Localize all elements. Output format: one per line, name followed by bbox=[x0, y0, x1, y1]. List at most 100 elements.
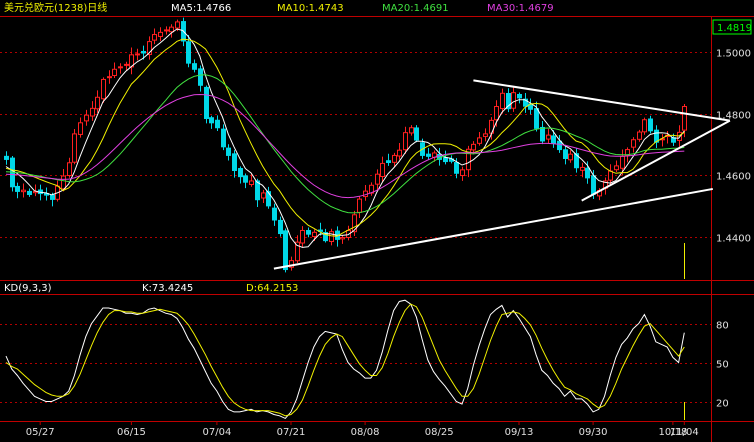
candle-body-up bbox=[471, 143, 476, 151]
candle-body-down bbox=[454, 162, 459, 174]
candle-body-up bbox=[494, 106, 499, 121]
kd-label: KD(9,3,3) bbox=[4, 283, 52, 294]
candle-body-up bbox=[329, 231, 334, 243]
candle-body-down bbox=[551, 135, 556, 144]
candle-body-up bbox=[152, 34, 157, 41]
candle-body-up bbox=[392, 154, 397, 163]
candle-body-up bbox=[84, 114, 89, 122]
candle-body-down bbox=[278, 219, 283, 235]
candle-body-up bbox=[67, 162, 72, 177]
candle-body-up bbox=[158, 31, 163, 37]
candle-body-up bbox=[460, 169, 465, 177]
candle-body-up bbox=[357, 198, 362, 213]
candle-body-up bbox=[164, 29, 169, 32]
kd-tick-label: 80 bbox=[716, 321, 729, 332]
d-value-label: D:64.2153 bbox=[246, 283, 298, 294]
candle-body-up bbox=[511, 92, 516, 109]
candle-body-up bbox=[500, 92, 505, 110]
candle-body-down bbox=[27, 190, 32, 195]
ma30-label: MA30:1.4679 bbox=[487, 3, 554, 14]
candlestick bbox=[72, 129, 77, 165]
ma10-label: MA10:1.4743 bbox=[277, 3, 344, 14]
candle-body-up bbox=[375, 173, 380, 185]
candle-body-up bbox=[72, 133, 77, 163]
chart-title: 美元兑欧元(1238)日线 bbox=[4, 1, 107, 14]
candle-body-up bbox=[21, 189, 26, 193]
last-price-value: 1.4819 bbox=[717, 23, 752, 34]
stock-chart[interactable]: 美元兑欧元(1238)日线 MA5:1.4766 MA10:1.4743 MA2… bbox=[0, 0, 754, 442]
candle-body-up bbox=[340, 237, 345, 240]
candle-body-down bbox=[186, 41, 191, 64]
candle-body-up bbox=[118, 66, 123, 69]
candle-body-up bbox=[90, 107, 95, 117]
candle-body-up bbox=[61, 175, 66, 190]
price-tick-label: 1.5000 bbox=[716, 49, 751, 60]
candle-body-down bbox=[563, 149, 568, 159]
candle-body-down bbox=[540, 126, 545, 142]
candle-body-down bbox=[243, 175, 248, 183]
price-tick-label: 1.4400 bbox=[716, 234, 751, 245]
candle-body-up bbox=[107, 76, 112, 79]
kd-tick-label: 50 bbox=[716, 360, 729, 371]
candle-body-up bbox=[380, 162, 385, 178]
candle-body-down bbox=[426, 153, 431, 157]
candle-body-up bbox=[409, 127, 414, 134]
candle-body-up bbox=[124, 63, 129, 66]
candle-body-up bbox=[101, 78, 106, 100]
candle-body-down bbox=[648, 118, 653, 132]
ma5-label: MA5:1.4766 bbox=[171, 3, 231, 14]
candle-body-up bbox=[620, 155, 625, 169]
candle-body-up bbox=[477, 137, 482, 144]
candle-body-down bbox=[198, 68, 203, 86]
candle-body-down bbox=[50, 194, 55, 200]
candle-body-up bbox=[300, 229, 305, 244]
candle-body-down bbox=[238, 168, 243, 178]
candlestick bbox=[414, 125, 419, 143]
candle-body-up bbox=[249, 180, 254, 186]
candle-body-down bbox=[534, 108, 539, 129]
candle-body-down bbox=[4, 155, 9, 160]
k-value-label: K:73.4245 bbox=[142, 283, 193, 294]
candle-body-up bbox=[483, 133, 488, 137]
candle-body-down bbox=[232, 153, 237, 171]
ma20-label: MA20:1.4691 bbox=[382, 3, 449, 14]
date-tick-label: 07/04 bbox=[202, 427, 231, 438]
candle-body-up bbox=[312, 231, 317, 238]
candle-body-down bbox=[272, 207, 277, 221]
candle-body-down bbox=[215, 119, 220, 129]
candle-body-down bbox=[557, 140, 562, 151]
date-tick-label: 05/27 bbox=[26, 427, 55, 438]
candle-body-down bbox=[226, 147, 231, 156]
candle-body-up bbox=[546, 134, 551, 140]
kd-header: KD(9,3,3) K:73.4245 D:64.2153 bbox=[4, 283, 298, 294]
candle-body-up bbox=[568, 153, 573, 161]
candle-body-up bbox=[112, 68, 117, 77]
candle-body-down bbox=[192, 63, 197, 70]
kd-tick-label: 20 bbox=[716, 399, 729, 410]
candle-body-down bbox=[414, 127, 419, 141]
candle-body-down bbox=[386, 160, 391, 163]
candle-body-down bbox=[443, 157, 448, 163]
candlestick bbox=[10, 156, 15, 192]
candle-body-up bbox=[403, 132, 408, 151]
candle-body-up bbox=[175, 21, 180, 29]
candle-body-up bbox=[169, 26, 174, 33]
candle-body-down bbox=[517, 93, 522, 99]
candle-body-up bbox=[78, 122, 83, 135]
candle-body-down bbox=[306, 230, 311, 235]
candle-body-up bbox=[261, 192, 266, 199]
candle-body-up bbox=[135, 53, 140, 56]
chart-background bbox=[0, 0, 754, 442]
last-price-box: 1.4819 bbox=[712, 19, 752, 35]
date-tick-label: 08/25 bbox=[425, 427, 454, 438]
candle-body-up bbox=[642, 119, 647, 133]
candle-body-up bbox=[95, 96, 100, 110]
candle-body-up bbox=[614, 165, 619, 171]
date-tick-label: 09/30 bbox=[579, 427, 608, 438]
date-tick-label: 08/08 bbox=[351, 427, 380, 438]
date-tick-label: 11/04 bbox=[670, 427, 699, 438]
candle-body-down bbox=[209, 117, 214, 124]
candle-body-down bbox=[591, 175, 596, 195]
candle-body-down bbox=[15, 185, 20, 192]
candle-body-up bbox=[631, 139, 636, 148]
